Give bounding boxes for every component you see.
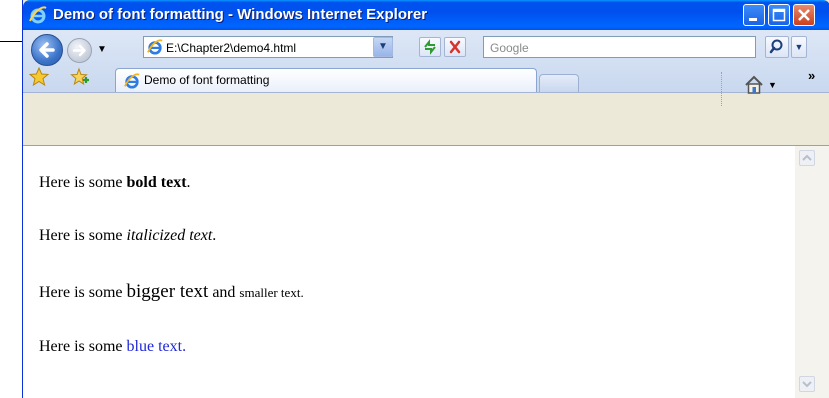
- text-prefix: Here is some: [39, 227, 127, 244]
- chevron-up-icon: [802, 154, 812, 161]
- page-content: Here is some bold text. Here is some ita…: [23, 145, 795, 398]
- close-icon: [798, 9, 810, 21]
- chevron-down-icon: [802, 381, 812, 388]
- text-suffix: .: [212, 227, 217, 244]
- text-suffix: .: [186, 174, 191, 191]
- close-button[interactable]: [793, 4, 815, 26]
- minimize-icon: [749, 18, 757, 21]
- maximize-icon: [772, 8, 786, 22]
- browser-window: Demo of font formatting - Windows Intern…: [22, 0, 829, 398]
- address-bar[interactable]: E:\Chapter2\demo4.html: [143, 36, 393, 58]
- ie-icon: [147, 39, 163, 55]
- search-icon: [769, 39, 783, 54]
- text-suffix: .: [300, 285, 304, 300]
- text-suffix: .: [182, 338, 187, 355]
- tab-active[interactable]: Demo of font formatting: [115, 68, 537, 92]
- scroll-down-button[interactable]: [799, 376, 815, 392]
- home-icon[interactable]: [743, 74, 765, 96]
- add-favorite-icon[interactable]: [69, 67, 89, 87]
- toolbar-separator: [721, 72, 723, 106]
- ie-icon: [29, 6, 47, 24]
- minimize-button[interactable]: [743, 4, 765, 26]
- window-title: Demo of font formatting - Windows Intern…: [53, 6, 428, 23]
- home-dropdown-button[interactable]: ▼: [768, 80, 777, 90]
- bigger-text: bigger text: [126, 281, 209, 302]
- navigation-bar: ▼ E:\Chapter2\demo4.html ▼ ▼: [23, 30, 829, 93]
- paragraph-blue: Here is some blue text.: [39, 338, 186, 356]
- paragraph-size: Here is some bigger text and smaller tex…: [39, 281, 304, 303]
- text-prefix: Here is some: [39, 338, 127, 355]
- star-icon[interactable]: [29, 67, 49, 87]
- search-options-button[interactable]: ▼: [791, 36, 807, 58]
- recent-pages-dropdown[interactable]: ▼: [97, 44, 107, 55]
- text-middle: and: [208, 284, 240, 301]
- maximize-button[interactable]: [768, 4, 790, 26]
- ie-icon: [124, 73, 140, 89]
- forward-arrow-icon: [72, 44, 86, 57]
- title-bar[interactable]: Demo of font formatting - Windows Intern…: [23, 0, 829, 30]
- search-button[interactable]: [765, 36, 789, 58]
- blue-text: blue text: [126, 338, 183, 355]
- bold-text: bold text: [126, 174, 187, 191]
- paragraph-bold: Here is some bold text.: [39, 174, 191, 192]
- refresh-button[interactable]: [419, 37, 441, 57]
- text-prefix: Here is some: [39, 174, 127, 191]
- search-box[interactable]: [483, 36, 756, 58]
- paragraph-italic: Here is some italicized text.: [39, 227, 216, 245]
- vertical-scrollbar[interactable]: [795, 145, 829, 398]
- address-text: E:\Chapter2\demo4.html: [166, 41, 297, 55]
- smaller-text: smaller text: [239, 285, 301, 300]
- scroll-track[interactable]: [799, 170, 815, 370]
- scroll-up-button[interactable]: [799, 150, 815, 166]
- more-tools-chevron[interactable]: »: [808, 68, 815, 83]
- refresh-icon: [424, 39, 436, 55]
- page-rule: [0, 41, 24, 42]
- back-button[interactable]: [31, 34, 63, 66]
- address-dropdown-button[interactable]: ▼: [373, 37, 393, 57]
- stop-icon: [449, 40, 461, 54]
- new-tab-button[interactable]: [539, 74, 579, 92]
- tab-label: Demo of font formatting: [144, 73, 270, 87]
- search-input[interactable]: [488, 39, 752, 57]
- italic-text: italicized text: [126, 227, 213, 244]
- forward-button[interactable]: [67, 38, 92, 63]
- text-prefix: Here is some: [39, 284, 127, 301]
- stop-button[interactable]: [444, 37, 466, 57]
- back-arrow-icon: [39, 42, 55, 58]
